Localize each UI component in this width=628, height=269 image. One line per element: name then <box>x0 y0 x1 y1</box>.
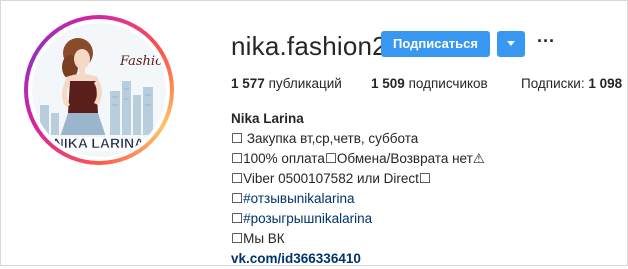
follow-button[interactable]: Подписаться <box>381 31 490 57</box>
avatar-image: Fashion NIKA LARINA <box>32 23 166 157</box>
bio: Nika Larina ☐ Закупка вт,ср,четв, суббот… <box>231 109 611 269</box>
followers-label: подписчиков <box>408 76 488 91</box>
posts-label: публикаций <box>268 76 342 91</box>
stat-followers[interactable]: 1 509 подписчиков <box>371 76 488 91</box>
avatar-script-text: Fashion <box>119 54 166 69</box>
bio-full-name: Nika Larina <box>231 111 304 126</box>
avatar-logo-text: NIKA LARINA <box>54 135 144 151</box>
bio-line: ☐Мы ВК <box>231 231 285 246</box>
bio-line: ☐Viber 0500107582 или Direct☐ <box>231 171 432 186</box>
posts-count: 1 577 <box>231 76 265 91</box>
followers-count: 1 509 <box>371 76 405 91</box>
profile-header: Fashion NIKA LARINA nika.fashion25 Подпи… <box>0 0 628 266</box>
bio-line-prefix: ☐ <box>231 191 244 206</box>
hashtag-link[interactable]: #розыгрышnikalarina <box>243 211 372 226</box>
more-options-button[interactable]: ··· <box>536 31 556 57</box>
suggestions-dropdown-button[interactable] <box>497 31 525 57</box>
following-count: 1 098 <box>588 76 623 91</box>
bio-line: ☐100% оплата☐Обмена/Возврата нет⚠ <box>231 151 485 166</box>
bio-line: ☐#розыгрышnikalarina <box>231 209 611 229</box>
stat-following[interactable]: Подписки: 1 098 <box>521 76 622 91</box>
chevron-down-icon <box>507 41 515 46</box>
bio-line: ☐ Закупка вт,ср,четв, суббота <box>231 131 419 146</box>
hashtag-link[interactable]: #отзывыnikalarina <box>243 191 354 206</box>
avatar[interactable]: Fashion NIKA LARINA <box>24 15 174 165</box>
bio-line-prefix: ☐ <box>231 211 244 226</box>
stat-posts: 1 577 публикаций <box>231 76 342 91</box>
following-label: Подписки: <box>521 76 585 91</box>
bio-line: ☐#отзывыnikalarina <box>231 189 611 209</box>
bio-external-link[interactable]: vk.com/id366336410 <box>231 249 611 269</box>
avatar-border: Fashion NIKA LARINA <box>28 19 170 161</box>
username: nika.fashion25 <box>231 31 402 61</box>
